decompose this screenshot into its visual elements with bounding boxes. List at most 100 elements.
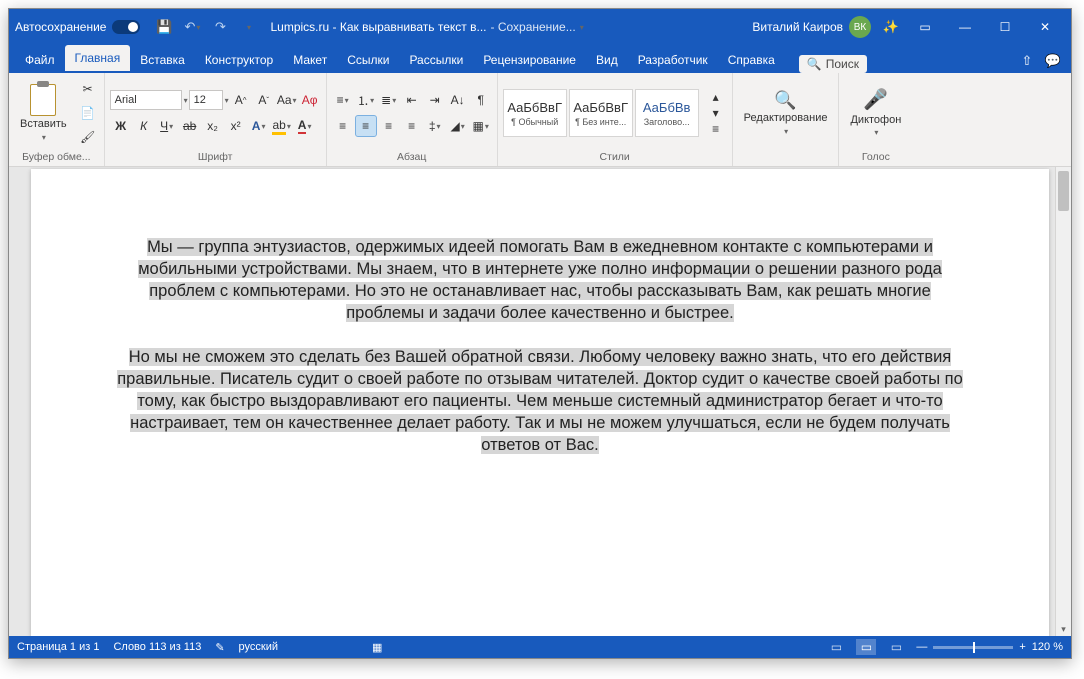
show-marks-icon[interactable]: ¶: [470, 89, 492, 111]
document-title: Lumpics.ru - Как выравнивать текст в...: [270, 20, 486, 34]
search-icon: 🔍: [774, 90, 796, 111]
undo-icon[interactable]: ↶▾: [182, 17, 202, 37]
style-heading[interactable]: АаБбВвЗаголово...: [635, 89, 699, 137]
tab-references[interactable]: Ссылки: [337, 47, 399, 73]
tab-help[interactable]: Справка: [718, 47, 785, 73]
word-count[interactable]: Слово 113 из 113: [113, 641, 201, 653]
scroll-down-icon[interactable]: ▾: [1056, 622, 1071, 636]
save-icon[interactable]: 💾: [154, 17, 174, 37]
tab-view[interactable]: Вид: [586, 47, 628, 73]
shading-icon[interactable]: ◢▾: [447, 115, 469, 137]
dictate-button[interactable]: 🎤 Диктофон▾: [844, 87, 907, 140]
tab-insert[interactable]: Вставка: [130, 47, 195, 73]
group-label: Голос: [844, 150, 907, 164]
format-painter-icon[interactable]: 🖌: [77, 126, 99, 148]
tab-design[interactable]: Конструктор: [195, 47, 283, 73]
close-button[interactable]: ✕: [1025, 9, 1065, 45]
statusbar: Страница 1 из 1 Слово 113 из 113 ✎ русск…: [9, 636, 1071, 658]
print-layout-icon[interactable]: ▭: [856, 639, 876, 655]
group-label: Абзац: [332, 150, 492, 164]
style-no-spacing[interactable]: АаБбВвГ¶ Без инте...: [569, 89, 633, 137]
spell-check-icon[interactable]: ✎: [215, 641, 224, 654]
tab-home[interactable]: Главная: [65, 45, 131, 73]
tab-file[interactable]: Файл: [15, 47, 65, 73]
strike-button[interactable]: ab: [179, 115, 201, 137]
align-right-icon[interactable]: ≡: [378, 115, 400, 137]
cut-icon[interactable]: ✂: [77, 78, 99, 100]
borders-icon[interactable]: ▦▾: [470, 115, 492, 137]
group-label: Стили: [503, 150, 727, 164]
title-dropdown-icon[interactable]: ▾: [580, 23, 584, 32]
bold-button[interactable]: Ж: [110, 115, 132, 137]
paste-button[interactable]: Вставить▾: [14, 82, 73, 144]
read-mode-icon[interactable]: ▭: [826, 639, 846, 655]
styles-down-icon[interactable]: ▾: [705, 106, 727, 120]
underline-button[interactable]: Ч▾: [156, 115, 178, 137]
justify-icon[interactable]: ≡: [401, 115, 423, 137]
search-box[interactable]: 🔍Поиск: [799, 55, 867, 73]
save-state: - Сохранение...: [491, 20, 576, 34]
superscript-button[interactable]: x²: [225, 115, 247, 137]
zoom-in-button[interactable]: +: [1019, 641, 1025, 653]
page[interactable]: Мы — группа энтузиастов, одержимых идеей…: [31, 169, 1049, 636]
titlebar: Автосохранение 💾 ↶▾ ↷ ▾ Lumpics.ru - Как…: [9, 9, 1071, 45]
shrink-font-icon[interactable]: Aˇ: [253, 89, 275, 111]
indent-icon[interactable]: ⇥: [424, 89, 446, 111]
scroll-thumb[interactable]: [1058, 171, 1069, 211]
group-paragraph: ≡▾ ⒈▾ ≣▾ ⇤ ⇥ A↓ ¶ ≡ ≡ ≡ ≡ ‡▾ ◢▾: [327, 73, 498, 166]
share-icon[interactable]: ⇧: [1015, 49, 1039, 73]
align-center-icon[interactable]: ≡: [355, 115, 377, 137]
autosave-toggle[interactable]: Автосохранение: [15, 20, 140, 34]
bullets-icon[interactable]: ≡▾: [332, 89, 354, 111]
change-case-icon[interactable]: Aa▾: [276, 89, 298, 111]
macros-icon[interactable]: ▦: [372, 641, 382, 654]
subscript-button[interactable]: x₂: [202, 115, 224, 137]
zoom-slider[interactable]: [933, 646, 1013, 649]
styles-more-icon[interactable]: ≡: [705, 122, 727, 136]
editing-button[interactable]: 🔍 Редактирование▾: [738, 88, 834, 139]
zoom-out-button[interactable]: —: [916, 641, 927, 653]
mic-icon: 🎤: [863, 89, 888, 112]
highlight-icon[interactable]: ab▾: [271, 115, 293, 137]
align-left-icon[interactable]: ≡: [332, 115, 354, 137]
qat-dropdown-icon[interactable]: ▾: [238, 17, 258, 37]
web-layout-icon[interactable]: ▭: [886, 639, 906, 655]
tab-layout[interactable]: Макет: [283, 47, 337, 73]
font-name-combo[interactable]: Arial: [110, 90, 182, 110]
paragraph-1: Мы — группа энтузиастов, одержимых идеей…: [138, 238, 942, 322]
styles-up-icon[interactable]: ▴: [705, 90, 727, 104]
line-spacing-icon[interactable]: ‡▾: [424, 115, 446, 137]
minimize-button[interactable]: —: [945, 9, 985, 45]
group-styles: АаБбВвГ¶ Обычный АаБбВвГ¶ Без инте... Аа…: [498, 73, 733, 166]
font-color-icon[interactable]: A▾: [294, 115, 316, 137]
autosave-label: Автосохранение: [15, 20, 106, 34]
style-normal[interactable]: АаБбВвГ¶ Обычный: [503, 89, 567, 137]
zoom-level[interactable]: 120 %: [1032, 641, 1063, 653]
tab-mailings[interactable]: Рассылки: [399, 47, 473, 73]
user-account[interactable]: Виталий Каиров ВК: [752, 16, 871, 38]
font-size-combo[interactable]: 12: [189, 90, 223, 110]
grow-font-icon[interactable]: A^: [230, 89, 252, 111]
text-effects-icon[interactable]: A▾: [248, 115, 270, 137]
comments-icon[interactable]: 💬: [1041, 49, 1065, 73]
outdent-icon[interactable]: ⇤: [401, 89, 423, 111]
group-label: Шрифт: [110, 150, 321, 164]
ribbon-tabs: Файл Главная Вставка Конструктор Макет С…: [9, 45, 1071, 73]
page-count[interactable]: Страница 1 из 1: [17, 641, 99, 653]
vertical-scrollbar[interactable]: ▴ ▾: [1055, 167, 1071, 636]
coming-soon-icon[interactable]: ✨: [881, 17, 901, 37]
italic-button[interactable]: К: [133, 115, 155, 137]
redo-icon[interactable]: ↷: [210, 17, 230, 37]
ribbon-options-icon[interactable]: ▭: [905, 9, 945, 45]
avatar: ВК: [849, 16, 871, 38]
multilevel-icon[interactable]: ≣▾: [378, 89, 400, 111]
numbering-icon[interactable]: ⒈▾: [355, 89, 377, 111]
maximize-button[interactable]: ☐: [985, 9, 1025, 45]
clear-format-icon[interactable]: Aφ: [299, 89, 321, 111]
copy-icon[interactable]: 📄: [77, 102, 99, 124]
language[interactable]: русский: [239, 641, 278, 653]
tab-review[interactable]: Рецензирование: [473, 47, 586, 73]
document-area: Мы — группа энтузиастов, одержимых идеей…: [9, 167, 1071, 636]
sort-icon[interactable]: A↓: [447, 89, 469, 111]
tab-developer[interactable]: Разработчик: [628, 47, 718, 73]
